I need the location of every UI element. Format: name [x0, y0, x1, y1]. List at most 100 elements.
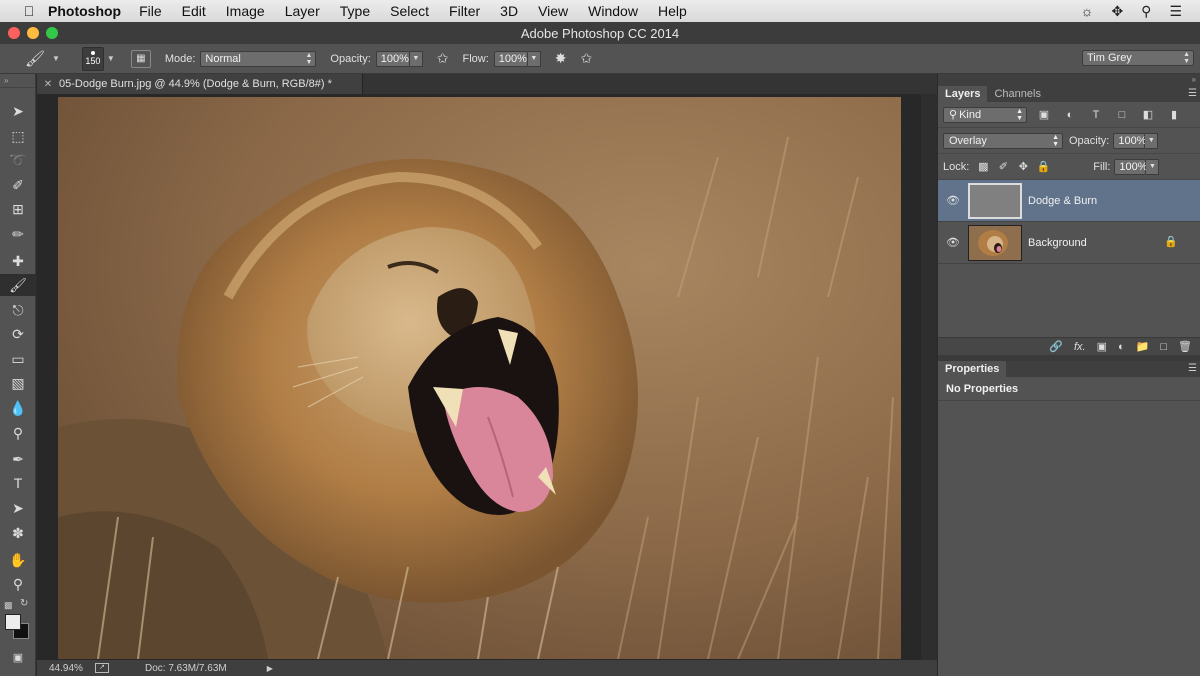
custom-shape-tool-icon[interactable]: ✽	[0, 522, 36, 544]
lock-all-icon[interactable]: 🔒	[1035, 160, 1051, 173]
panel-grip[interactable]: »	[0, 74, 35, 88]
link-layers-icon[interactable]: 🔗	[1049, 340, 1063, 353]
marquee-tool-icon[interactable]: ⬚	[0, 125, 36, 147]
quick-mask-icon[interactable]: ▣	[0, 646, 36, 668]
tab-channels[interactable]: Channels	[987, 86, 1047, 102]
pressure-opacity-icon[interactable]: ✩	[437, 50, 449, 67]
search-icon[interactable]: ⚲	[1141, 3, 1151, 20]
workspace-select[interactable]: Tim Grey ▲ ▼	[1082, 50, 1194, 66]
clone-stamp-tool-icon[interactable]: ⎋	[0, 299, 36, 321]
panel-menu-icon[interactable]: ☰	[1188, 88, 1197, 99]
brush-panel-toggle-icon[interactable]: ▦	[130, 49, 151, 68]
swap-colors-icon[interactable]: ↻	[20, 598, 28, 609]
layer-opacity-field[interactable]: 100%	[1113, 132, 1147, 149]
eraser-tool-icon[interactable]: ▭	[0, 348, 36, 370]
adjustment-layer-icon[interactable]: ◐	[1118, 341, 1125, 353]
layer-row-dodge-burn[interactable]: 👁 Dodge & Burn	[938, 180, 1200, 222]
crop-tool-icon[interactable]: ⊞	[0, 198, 36, 220]
menu-image[interactable]: Image	[226, 3, 265, 19]
pressure-size-icon[interactable]: ✩	[581, 50, 593, 67]
apple-icon[interactable]: 	[18, 3, 40, 19]
history-brush-tool-icon[interactable]: ⟳	[0, 323, 36, 345]
foreground-color-swatch[interactable]	[5, 614, 21, 630]
brush-size-picker[interactable]: 150	[81, 46, 104, 71]
menu-filter[interactable]: Filter	[449, 3, 480, 19]
visibility-eye-icon[interactable]: 👁	[938, 236, 968, 249]
opacity-field[interactable]: 100%	[375, 50, 410, 67]
gradient-tool-icon[interactable]: ▧	[0, 372, 36, 394]
maximize-window-button[interactable]	[46, 27, 58, 39]
share-icon[interactable]: ↗	[95, 663, 109, 673]
flow-dropdown-button[interactable]: ▼	[527, 50, 541, 67]
menu-select[interactable]: Select	[390, 3, 429, 19]
healing-brush-tool-icon[interactable]: ✚	[0, 250, 36, 272]
image-canvas[interactable]	[58, 97, 901, 659]
pixel-layer-filter-icon[interactable]: ▣	[1035, 108, 1053, 122]
type-layer-filter-icon[interactable]: T	[1087, 108, 1105, 122]
panel-collapse-grip[interactable]: »	[938, 74, 1200, 86]
add-mask-icon[interactable]: ▣	[1097, 340, 1107, 353]
shape-layer-filter-icon[interactable]: □	[1113, 108, 1131, 122]
default-colors-icon[interactable]: ▩	[4, 600, 13, 611]
menu-type[interactable]: Type	[340, 3, 370, 19]
filter-toggle-icon[interactable]: ▮	[1165, 108, 1183, 122]
fill-dropdown[interactable]: ▼	[1146, 158, 1160, 175]
menu-window[interactable]: Window	[588, 3, 638, 19]
move-arrows-icon[interactable]: ✥	[1111, 3, 1123, 20]
status-menu-arrow-icon[interactable]: ▶	[267, 664, 273, 673]
menu-help[interactable]: Help	[658, 3, 687, 19]
dodge-tool-icon[interactable]: ⚲	[0, 422, 36, 444]
blend-mode-select[interactable]: Overlay ▲ ▼	[943, 132, 1063, 149]
chevron-down-icon[interactable]: ▼	[107, 54, 115, 63]
brush-tool-icon[interactable]: 🖌	[0, 274, 36, 296]
close-icon[interactable]: ✕	[37, 79, 59, 90]
close-window-button[interactable]	[8, 27, 20, 39]
layer-row-background[interactable]: 👁 Background 🔒	[938, 222, 1200, 264]
tab-layers[interactable]: Layers	[938, 86, 988, 102]
menu-layer[interactable]: Layer	[285, 3, 320, 19]
lock-position-icon[interactable]: ✥	[1015, 160, 1031, 173]
mode-select[interactable]: Normal ▲ ▼	[200, 50, 317, 67]
new-group-icon[interactable]: 📁	[1136, 340, 1150, 353]
pen-tool-icon[interactable]: ✒	[0, 448, 36, 470]
vertical-scrollbar[interactable]	[921, 94, 937, 660]
type-tool-icon[interactable]: T	[0, 472, 36, 494]
menu-file[interactable]: File	[139, 3, 162, 19]
flow-field[interactable]: 100%	[493, 50, 528, 67]
menu-app-name[interactable]: Photoshop	[48, 3, 121, 19]
eyedropper-tool-icon[interactable]: ✏	[0, 223, 36, 245]
layer-style-fx-icon[interactable]: fx.	[1074, 341, 1086, 353]
lock-image-pixels-icon[interactable]: ✐	[995, 160, 1011, 173]
menu-edit[interactable]: Edit	[182, 3, 206, 19]
lock-icon[interactable]: 🔒	[1164, 235, 1178, 248]
sun-icon[interactable]: ☼	[1081, 3, 1094, 19]
visibility-eye-icon[interactable]: 👁	[938, 194, 968, 207]
delete-layer-icon[interactable]: 🗑	[1178, 340, 1192, 353]
path-selection-tool-icon[interactable]: ➤	[0, 497, 36, 519]
smart-object-filter-icon[interactable]: ◧	[1139, 108, 1157, 122]
lock-transparent-pixels-icon[interactable]: ▩	[975, 160, 991, 173]
hand-tool-icon[interactable]: ✋	[0, 549, 36, 571]
quick-selection-tool-icon[interactable]: ✐	[0, 174, 36, 196]
opacity-dropdown-button[interactable]: ▼	[409, 50, 423, 67]
layer-opacity-dropdown[interactable]: ▼	[1145, 132, 1159, 149]
lasso-tool-icon[interactable]: ➰	[0, 149, 36, 171]
panel-menu-icon[interactable]: ☰	[1188, 363, 1197, 374]
document-tab[interactable]: ✕ 05-Dodge Burn.jpg @ 44.9% (Dodge & Bur…	[37, 74, 363, 94]
minimize-window-button[interactable]	[27, 27, 39, 39]
new-layer-icon[interactable]: □	[1160, 341, 1167, 353]
kind-filter-select[interactable]: ⚲ Kind ▲ ▼	[943, 106, 1027, 123]
brush-preset-icon[interactable]: 🖌	[18, 47, 52, 71]
zoom-level[interactable]: 44.94%	[49, 663, 91, 674]
airbrush-icon[interactable]: ✸	[555, 50, 567, 67]
zoom-tool-icon[interactable]: ⚲	[0, 573, 36, 595]
move-tool-icon[interactable]: ➤	[0, 100, 36, 122]
list-icon[interactable]: ☰	[1169, 3, 1182, 20]
blur-tool-icon[interactable]: 💧	[0, 397, 36, 419]
menu-3d[interactable]: 3D	[500, 3, 518, 19]
fill-field[interactable]: 100%	[1114, 158, 1148, 175]
chevron-down-icon[interactable]: ▼	[52, 54, 60, 63]
tab-properties[interactable]: Properties	[938, 361, 1007, 377]
menu-view[interactable]: View	[538, 3, 568, 19]
adjustment-layer-filter-icon[interactable]: ◐	[1061, 108, 1079, 122]
